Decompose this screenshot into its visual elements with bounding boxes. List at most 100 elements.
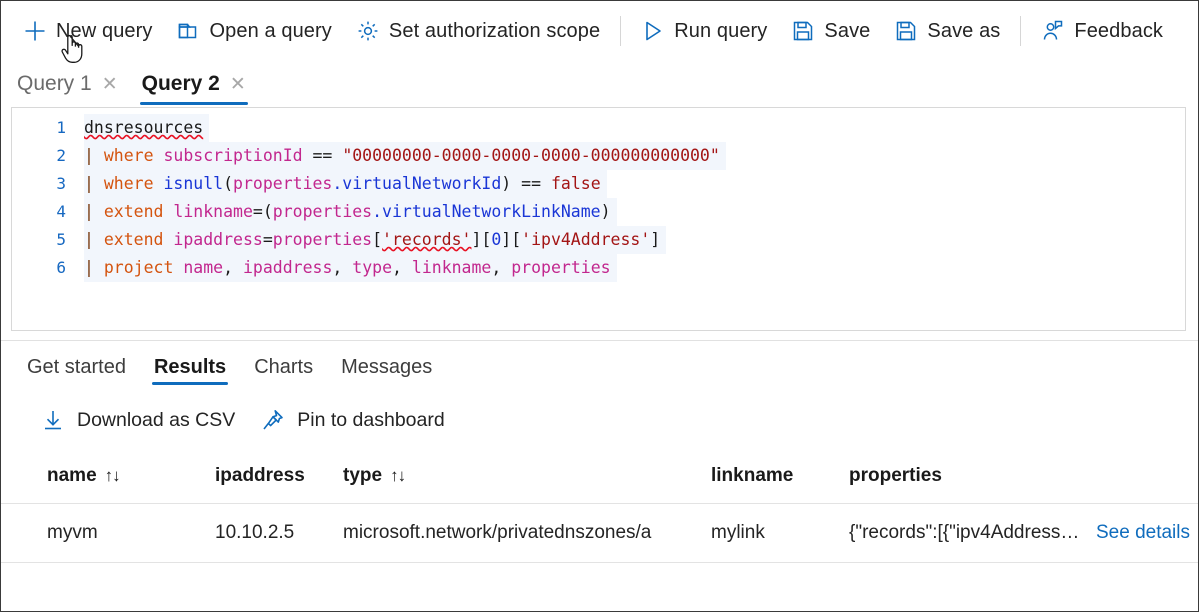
close-icon[interactable]: ✕ [102,75,118,94]
feedback-label: Feedback [1074,19,1164,42]
download-as-csv-label: Download as CSV [77,408,236,431]
editor-line-text[interactable]: | where isnull(properties.virtualNetwork… [84,170,607,198]
editor-line: 2 | where subscriptionId == "00000000-00… [12,142,1185,170]
tab-label: Get started [27,355,126,378]
tab-underline [139,102,248,105]
save-as-button[interactable]: Save as [882,11,1012,51]
editor-line-text[interactable]: | extend ipaddress=properties['records']… [84,226,667,254]
token-column: ipaddress [242,258,333,277]
save-as-label: Save as [927,19,1001,42]
token-paren: ( [223,174,234,193]
save-icon [791,19,815,43]
token-string: 'records' [382,230,472,249]
results-table-body: myvm 10.10.2.5 microsoft.network/private… [1,503,1198,563]
tab-charts[interactable]: Charts [240,341,327,393]
results-tab-strip: Get started Results Charts Messages [1,341,1198,393]
tab-label: Results [153,355,227,378]
column-header-linkname[interactable]: linkname [711,459,849,504]
column-header-label: properties [849,465,942,486]
token-column: linkname [173,202,253,221]
editor-line-text[interactable]: dnsresources [84,114,210,142]
token-operator: == [312,146,333,165]
column-header-properties[interactable]: properties [849,459,1198,504]
column-header-label: type [343,465,383,486]
save-button[interactable]: Save [779,11,882,51]
set-authorization-scope-button[interactable]: Set authorization scope [344,11,612,51]
token-string: 'ipv4Address' [521,230,651,249]
editor-line-text[interactable]: | project name, ipaddress, type, linknam… [84,254,617,282]
query-editor[interactable]: 1 dnsresources 2 | where subscriptionId … [11,107,1186,331]
token-comma: , [392,258,402,277]
download-as-csv-button[interactable]: Download as CSV [41,408,235,432]
token-column: properties [233,174,333,193]
token-keyword: project [103,258,174,277]
gear-icon [356,19,380,43]
sort-icon[interactable]: ↑↓ [390,466,406,486]
column-header-ipaddress[interactable]: ipaddress [215,459,343,504]
close-icon[interactable]: ✕ [230,75,246,94]
column-header-label: linkname [711,465,794,486]
token-comma: , [491,258,502,277]
feedback-icon [1041,19,1065,43]
token-column: ipaddress [173,230,263,249]
tab-label: Messages [341,355,433,378]
editor-line-text[interactable]: | extend linkname=(properties.virtualNet… [84,198,617,226]
tab-underline [15,102,120,105]
token-boolean: false [550,174,601,193]
token-column: linkname [411,258,492,277]
tab-get-started[interactable]: Get started [13,341,140,393]
results-table-head: name ↑↓ ipaddress type ↑↓ linkname propert… [1,459,1198,504]
query-tab-query-1[interactable]: Query 1 ✕ [5,63,130,105]
tab-underline [252,382,315,385]
token-column: subscriptionId [163,146,303,165]
token-column: properties [511,258,611,277]
open-a-query-button[interactable]: Open a query [165,11,344,51]
save-label: Save [824,19,871,42]
azure-resource-graph-explorer: New query Open a query Set authorization… [0,0,1199,612]
see-details-link[interactable]: See details [1096,522,1190,544]
token-bracket: [ [372,230,383,249]
run-query-label: Run query [674,19,768,42]
set-authorization-scope-label: Set authorization scope [388,19,601,42]
pin-to-dashboard-button[interactable]: Pin to dashboard [261,408,445,432]
token-table-name: dnsresources [84,118,204,137]
run-query-button[interactable]: Run query [629,11,779,51]
command-bar-divider-1 [620,16,622,46]
sort-icon[interactable]: ↑↓ [105,466,121,486]
query-tab-query-2[interactable]: Query 2 ✕ [130,63,258,105]
cell-linkname: mylink [711,503,849,563]
editor-line: 6 | project name, ipaddress, type, linkn… [12,254,1185,282]
token-pipe: | [84,174,94,193]
editor-line-text[interactable]: | where subscriptionId == "00000000-0000… [84,142,726,170]
tab-label: Charts [254,355,314,378]
column-header-name[interactable]: name ↑↓ [1,459,215,504]
editor-line: 4 | extend linkname=(properties.virtualN… [12,198,1185,226]
properties-value: {"records":[{"ipv4Address":"10.... [849,522,1084,543]
results-action-bar: Download as CSV Pin to dashboard [1,393,1198,447]
column-header-type[interactable]: type ↑↓ [343,459,711,504]
tab-underline [339,382,434,385]
tab-results[interactable]: Results [140,341,240,393]
feedback-button[interactable]: Feedback [1029,11,1175,51]
line-number: 2 [56,146,66,165]
table-row[interactable]: myvm 10.10.2.5 microsoft.network/private… [1,503,1198,563]
token-property: .virtualNetworkLinkName [372,202,601,221]
token-property: .virtualNetworkId [332,174,502,193]
token-keyword: where [103,146,154,165]
editor-line: 3 | where isnull(properties.virtualNetwo… [12,170,1185,198]
open-a-query-label: Open a query [209,19,332,42]
line-number: 1 [56,118,66,137]
results-table: name ↑↓ ipaddress type ↑↓ linkname propert… [1,459,1198,563]
cell-type: microsoft.network/privatednszones/a [343,503,711,563]
column-header-label: ipaddress [215,465,305,486]
token-assign: = [262,230,273,249]
tab-messages[interactable]: Messages [327,341,446,393]
new-query-button[interactable]: New query [11,11,165,51]
token-string: "00000000-0000-0000-0000-000000000000" [342,146,720,165]
line-number: 4 [56,202,66,221]
command-bar: New query Open a query Set authorization… [1,1,1198,61]
cell-ipaddress: 10.10.2.5 [215,503,343,563]
editor-content[interactable]: 1 dnsresources 2 | where subscriptionId … [12,108,1185,282]
query-tab-label: Query 1 [17,72,92,95]
line-number: 6 [56,258,66,277]
